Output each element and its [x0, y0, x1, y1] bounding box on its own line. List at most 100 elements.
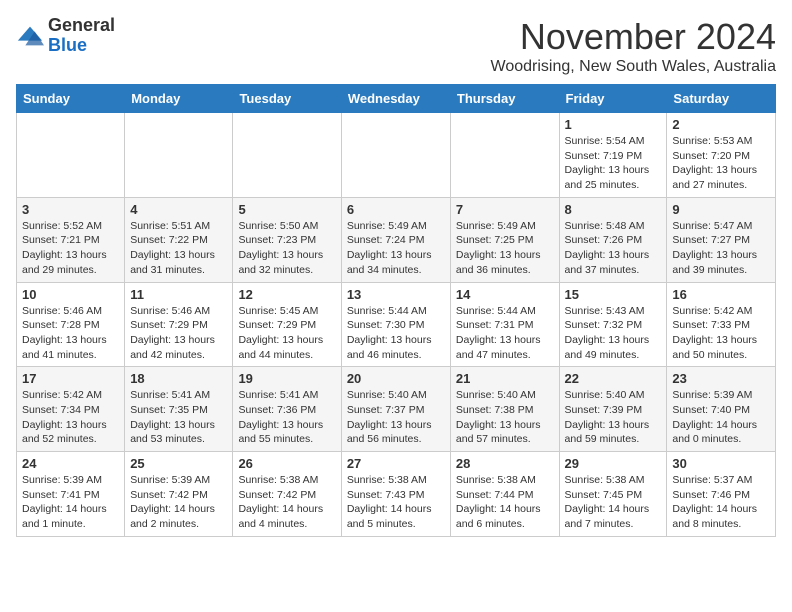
calendar-day-cell: 27 Sunrise: 5:38 AM Sunset: 7:43 PM Dayli… — [341, 452, 450, 537]
day-number: 30 — [672, 456, 770, 471]
logo-icon — [16, 22, 44, 50]
calendar-day-cell: 28 Sunrise: 5:38 AM Sunset: 7:44 PM Dayli… — [450, 452, 559, 537]
calendar-week-row: 1 Sunrise: 5:54 AM Sunset: 7:19 PM Daylig… — [17, 113, 776, 198]
calendar-day-cell: 22 Sunrise: 5:40 AM Sunset: 7:39 PM Dayli… — [559, 367, 667, 452]
day-number: 22 — [565, 371, 662, 386]
calendar-body: 1 Sunrise: 5:54 AM Sunset: 7:19 PM Daylig… — [17, 113, 776, 537]
day-number: 26 — [238, 456, 335, 471]
month-title: November 2024 — [491, 16, 776, 58]
day-info: Sunrise: 5:40 AM Sunset: 7:38 PM Dayligh… — [456, 388, 554, 447]
calendar-day-cell: 26Sunrise: 5:38 AM Sunset: 7:42 PM Dayli… — [233, 452, 341, 537]
weekday-header-cell: Friday — [559, 85, 667, 113]
day-number: 6 — [347, 202, 445, 217]
day-info: Sunrise: 5:51 AM Sunset: 7:22 PM Dayligh… — [130, 219, 227, 278]
day-info: Sunrise: 5:38 AM Sunset: 7:44 PM Dayligh… — [456, 473, 554, 532]
weekday-header-cell: Tuesday — [233, 85, 341, 113]
calendar-day-cell: 2 Sunrise: 5:53 AM Sunset: 7:20 PM Daylig… — [667, 113, 776, 198]
day-number: 3 — [22, 202, 119, 217]
day-number: 23 — [672, 371, 770, 386]
day-number: 18 — [130, 371, 227, 386]
calendar-day-cell: 6Sunrise: 5:49 AM Sunset: 7:24 PM Daylig… — [341, 197, 450, 282]
calendar-day-cell: 13 Sunrise: 5:44 AM Sunset: 7:30 PM Dayli… — [341, 282, 450, 367]
calendar-day-cell: 20 Sunrise: 5:40 AM Sunset: 7:37 PM Dayli… — [341, 367, 450, 452]
calendar-day-cell: 12 Sunrise: 5:45 AM Sunset: 7:29 PM Dayli… — [233, 282, 341, 367]
logo: General Blue — [16, 16, 115, 56]
calendar-day-cell — [450, 113, 559, 198]
calendar-day-cell: 24 Sunrise: 5:39 AM Sunset: 7:41 PM Dayli… — [17, 452, 125, 537]
weekday-header-cell: Saturday — [667, 85, 776, 113]
calendar-day-cell: 18Sunrise: 5:41 AM Sunset: 7:35 PM Dayli… — [125, 367, 233, 452]
day-number: 12 — [238, 287, 335, 302]
page-header: General Blue November 2024 Woodrising, N… — [16, 16, 776, 76]
day-info: Sunrise: 5:44 AM Sunset: 7:30 PM Dayligh… — [347, 304, 445, 363]
day-info: Sunrise: 5:37 AM Sunset: 7:46 PM Dayligh… — [672, 473, 770, 532]
day-number: 19 — [238, 371, 335, 386]
day-info: Sunrise: 5:40 AM Sunset: 7:39 PM Dayligh… — [565, 388, 662, 447]
day-info: Sunrise: 5:40 AM Sunset: 7:37 PM Dayligh… — [347, 388, 445, 447]
day-info: Sunrise: 5:54 AM Sunset: 7:19 PM Dayligh… — [565, 134, 662, 193]
calendar-day-cell: 3 Sunrise: 5:52 AM Sunset: 7:21 PM Daylig… — [17, 197, 125, 282]
calendar-day-cell: 21 Sunrise: 5:40 AM Sunset: 7:38 PM Dayli… — [450, 367, 559, 452]
calendar-day-cell — [233, 113, 341, 198]
day-number: 10 — [22, 287, 119, 302]
calendar-day-cell: 16Sunrise: 5:42 AM Sunset: 7:33 PM Dayli… — [667, 282, 776, 367]
day-info: Sunrise: 5:50 AM Sunset: 7:23 PM Dayligh… — [238, 219, 335, 278]
day-info: Sunrise: 5:42 AM Sunset: 7:34 PM Dayligh… — [22, 388, 119, 447]
calendar-day-cell: 19 Sunrise: 5:41 AM Sunset: 7:36 PM Dayli… — [233, 367, 341, 452]
day-number: 11 — [130, 287, 227, 302]
day-info: Sunrise: 5:48 AM Sunset: 7:26 PM Dayligh… — [565, 219, 662, 278]
location-subtitle: Woodrising, New South Wales, Australia — [491, 58, 776, 76]
day-info: Sunrise: 5:52 AM Sunset: 7:21 PM Dayligh… — [22, 219, 119, 278]
day-info: Sunrise: 5:38 AM Sunset: 7:43 PM Dayligh… — [347, 473, 445, 532]
calendar-day-cell: 14 Sunrise: 5:44 AM Sunset: 7:31 PM Dayli… — [450, 282, 559, 367]
weekday-header-row: SundayMondayTuesdayWednesdayThursdayFrid… — [17, 85, 776, 113]
weekday-header-cell: Sunday — [17, 85, 125, 113]
day-number: 8 — [565, 202, 662, 217]
calendar-day-cell — [17, 113, 125, 198]
logo-text: General Blue — [48, 16, 115, 56]
day-info: Sunrise: 5:46 AM Sunset: 7:29 PM Dayligh… — [130, 304, 227, 363]
calendar-day-cell: 7Sunrise: 5:49 AM Sunset: 7:25 PM Daylig… — [450, 197, 559, 282]
day-number: 7 — [456, 202, 554, 217]
day-number: 25 — [130, 456, 227, 471]
calendar-day-cell — [125, 113, 233, 198]
calendar-day-cell: 25 Sunrise: 5:39 AM Sunset: 7:42 PM Dayli… — [125, 452, 233, 537]
calendar-day-cell: 23 Sunrise: 5:39 AM Sunset: 7:40 PM Dayli… — [667, 367, 776, 452]
day-info: Sunrise: 5:53 AM Sunset: 7:20 PM Dayligh… — [672, 134, 770, 193]
day-number: 13 — [347, 287, 445, 302]
calendar-week-row: 17Sunrise: 5:42 AM Sunset: 7:34 PM Dayli… — [17, 367, 776, 452]
day-info: Sunrise: 5:47 AM Sunset: 7:27 PM Dayligh… — [672, 219, 770, 278]
day-info: Sunrise: 5:41 AM Sunset: 7:36 PM Dayligh… — [238, 388, 335, 447]
calendar-week-row: 10Sunrise: 5:46 AM Sunset: 7:28 PM Dayli… — [17, 282, 776, 367]
day-number: 9 — [672, 202, 770, 217]
weekday-header-cell: Monday — [125, 85, 233, 113]
calendar-day-cell: 1 Sunrise: 5:54 AM Sunset: 7:19 PM Daylig… — [559, 113, 667, 198]
day-info: Sunrise: 5:43 AM Sunset: 7:32 PM Dayligh… — [565, 304, 662, 363]
day-number: 2 — [672, 117, 770, 132]
day-number: 28 — [456, 456, 554, 471]
day-number: 14 — [456, 287, 554, 302]
calendar-day-cell: 8 Sunrise: 5:48 AM Sunset: 7:26 PM Daylig… — [559, 197, 667, 282]
day-number: 21 — [456, 371, 554, 386]
day-number: 29 — [565, 456, 662, 471]
day-number: 1 — [565, 117, 662, 132]
calendar-table: SundayMondayTuesdayWednesdayThursdayFrid… — [16, 84, 776, 537]
day-number: 27 — [347, 456, 445, 471]
day-info: Sunrise: 5:39 AM Sunset: 7:40 PM Dayligh… — [672, 388, 770, 447]
day-info: Sunrise: 5:44 AM Sunset: 7:31 PM Dayligh… — [456, 304, 554, 363]
day-number: 20 — [347, 371, 445, 386]
calendar-week-row: 24 Sunrise: 5:39 AM Sunset: 7:41 PM Dayli… — [17, 452, 776, 537]
day-info: Sunrise: 5:39 AM Sunset: 7:41 PM Dayligh… — [22, 473, 119, 532]
day-info: Sunrise: 5:45 AM Sunset: 7:29 PM Dayligh… — [238, 304, 335, 363]
calendar-day-cell: 5Sunrise: 5:50 AM Sunset: 7:23 PM Daylig… — [233, 197, 341, 282]
day-number: 24 — [22, 456, 119, 471]
day-info: Sunrise: 5:39 AM Sunset: 7:42 PM Dayligh… — [130, 473, 227, 532]
day-info: Sunrise: 5:42 AM Sunset: 7:33 PM Dayligh… — [672, 304, 770, 363]
day-info: Sunrise: 5:38 AM Sunset: 7:45 PM Dayligh… — [565, 473, 662, 532]
calendar-day-cell — [341, 113, 450, 198]
calendar-day-cell: 17Sunrise: 5:42 AM Sunset: 7:34 PM Dayli… — [17, 367, 125, 452]
weekday-header-cell: Thursday — [450, 85, 559, 113]
calendar-day-cell: 10Sunrise: 5:46 AM Sunset: 7:28 PM Dayli… — [17, 282, 125, 367]
day-number: 15 — [565, 287, 662, 302]
calendar-week-row: 3 Sunrise: 5:52 AM Sunset: 7:21 PM Daylig… — [17, 197, 776, 282]
